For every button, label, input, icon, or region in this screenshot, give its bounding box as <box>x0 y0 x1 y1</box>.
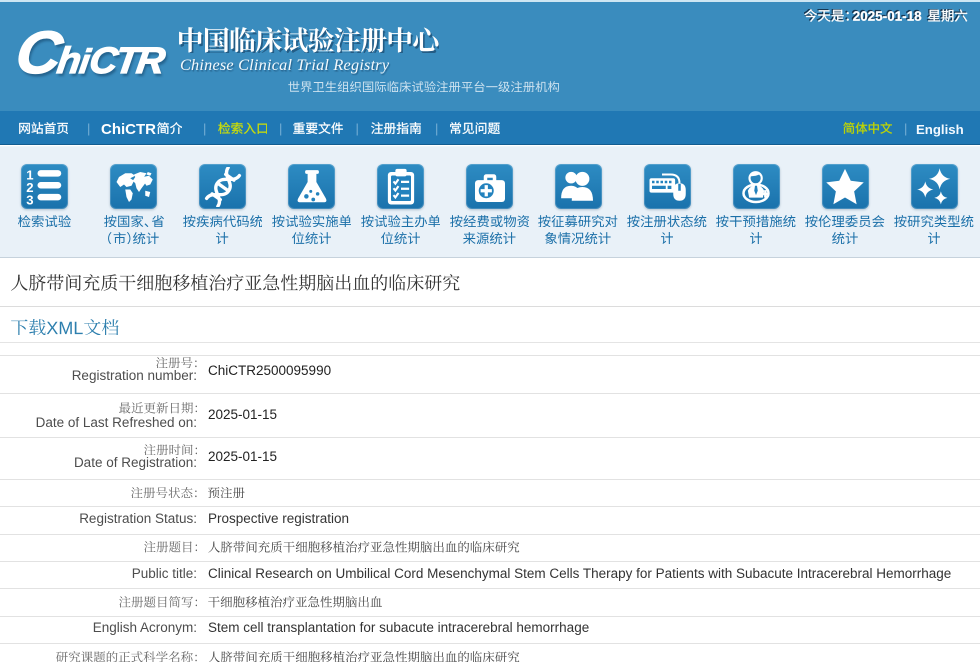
svg-text:3: 3 <box>26 192 33 207</box>
